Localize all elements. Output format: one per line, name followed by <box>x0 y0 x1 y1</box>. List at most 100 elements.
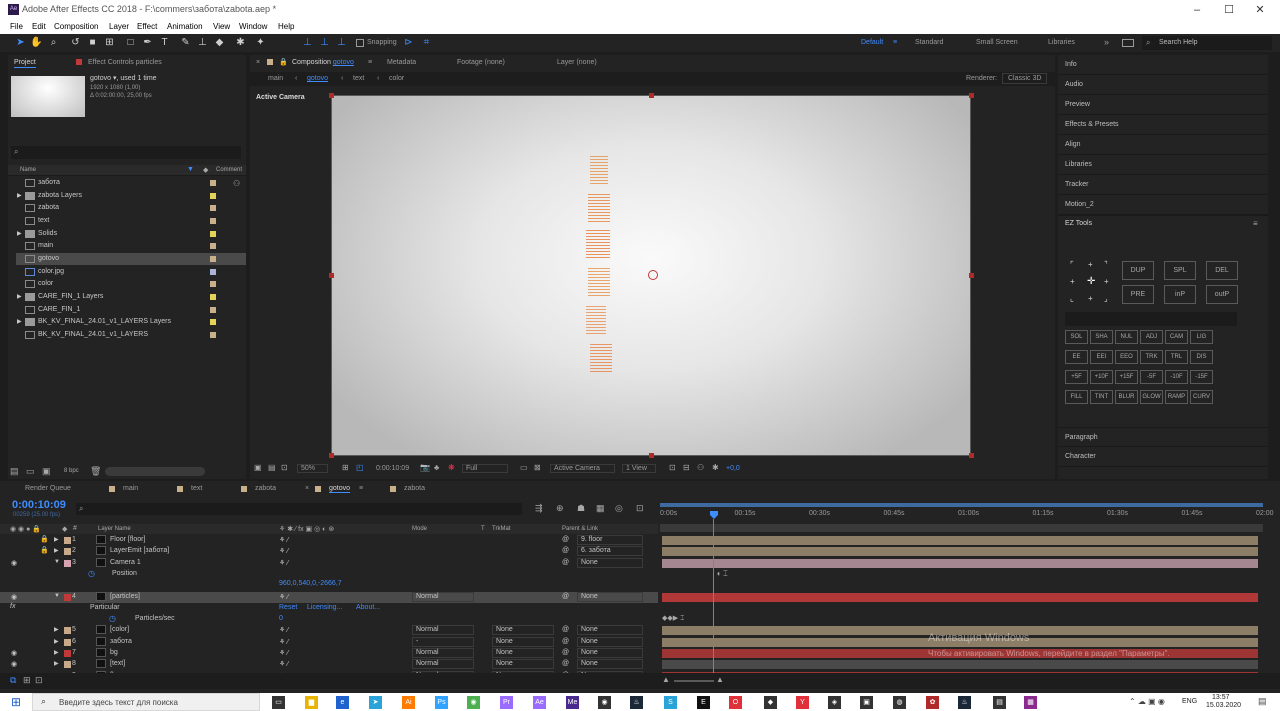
layer-name[interactable]: Camera 1 <box>110 559 141 566</box>
rotate-tool-icon[interactable]: ↺ <box>69 36 82 49</box>
yandex-icon[interactable]: Y <box>796 696 809 709</box>
label-color-swatch[interactable] <box>210 255 216 262</box>
switches[interactable]: ⚘ ⁄ <box>279 536 288 544</box>
sort-down-icon[interactable]: ▼ <box>187 166 194 173</box>
flowchart-icon[interactable]: ⚇ <box>697 463 704 472</box>
label-column-icon[interactable]: ◆ <box>203 166 208 174</box>
windows-start-icon[interactable]: ⊞ <box>11 695 21 709</box>
label-color-swatch[interactable] <box>210 281 216 288</box>
panel-tracker[interactable]: Tracker <box>1058 175 1268 195</box>
menu-animation[interactable]: Animation <box>167 22 203 31</box>
reset-link[interactable]: Reset <box>279 604 297 611</box>
shy-icon[interactable]: ☗ <box>577 503 585 514</box>
ez-dis-button[interactable]: DIS <box>1190 350 1213 364</box>
label-color-swatch[interactable] <box>64 559 71 567</box>
panel-character[interactable]: Character <box>1058 447 1268 467</box>
zoom-slider[interactable] <box>674 680 714 682</box>
clock-date[interactable]: 15.03.2020 <box>1206 702 1241 709</box>
parent-select[interactable]: 9. floor <box>577 535 643 545</box>
expand-icon[interactable]: ▶ <box>17 230 22 237</box>
task-view-icon[interactable]: ▭ <box>272 696 285 709</box>
zoom-out-icon[interactable]: ▲ <box>662 675 670 684</box>
ez-cam-button[interactable]: CAM <box>1165 330 1188 344</box>
breadcrumb-main[interactable]: main <box>268 75 283 82</box>
breadcrumb-color[interactable]: color <box>389 75 404 82</box>
more-workspaces-icon[interactable]: » <box>1104 37 1109 47</box>
layer-row[interactable]: ◉ ▶ 8 [text] ⚘ ⁄ Normal None @ None <box>0 659 658 670</box>
eye-icon[interactable]: ◉ <box>11 559 17 567</box>
selection-tool-icon[interactable]: ➤ <box>14 36 27 49</box>
label-color-swatch[interactable] <box>64 661 71 669</box>
project-item[interactable]: color.jpg <box>16 266 246 278</box>
expand-icon[interactable]: ▶ <box>54 638 59 645</box>
sync-settings-icon[interactable] <box>1122 39 1134 47</box>
motion-blur-icon[interactable]: ◎ <box>615 503 623 514</box>
flowchart-icon[interactable]: ⚇ <box>233 179 240 188</box>
parent-select[interactable]: None <box>577 591 643 602</box>
panel-paragraph[interactable]: Paragraph <box>1058 427 1268 447</box>
layer-duration-bar[interactable] <box>662 660 1258 670</box>
ez-trk-button[interactable]: TRK <box>1140 350 1163 364</box>
expand-icon[interactable]: ▶ <box>54 536 59 543</box>
timeline-timecode[interactable]: 0:00:10:09 <box>12 499 66 511</box>
layer-name[interactable]: bg <box>110 649 118 656</box>
panel-motion-2[interactable]: Motion_2 <box>1058 195 1268 215</box>
label-color-swatch[interactable] <box>210 331 216 338</box>
menu-help[interactable]: Help <box>278 22 294 31</box>
panel-info[interactable]: Info <box>1058 55 1268 75</box>
layer-name[interactable]: LayerEmit [забота] <box>110 547 169 554</box>
workspace-small-screen[interactable]: Small Screen <box>976 39 1018 46</box>
trash-icon[interactable]: 🗑 <box>90 466 101 477</box>
taskbar-search-input[interactable]: ⌕ Введите здесь текст для поиска <box>32 693 260 711</box>
col-name[interactable]: Name <box>20 167 36 173</box>
ez-sol-button[interactable]: SOL <box>1065 330 1088 344</box>
switches[interactable]: ⚘ ⁄ <box>279 638 288 646</box>
ez-eeo-button[interactable]: EEO <box>1115 350 1138 364</box>
ez-ee-button[interactable]: EE <box>1065 350 1088 364</box>
property-row[interactable]: ◷ Particles/sec 0 <box>0 614 658 625</box>
steam-icon[interactable]: ♨ <box>630 696 643 709</box>
ez-nul-button[interactable]: NUL <box>1115 330 1138 344</box>
view-axis-icon[interactable]: ⊥ <box>335 36 348 49</box>
photoshop-icon[interactable]: Ps <box>435 696 448 709</box>
tab-composition[interactable]: Composition gotovo <box>292 59 354 66</box>
region-of-interest-icon[interactable]: ◰ <box>356 463 364 472</box>
bpc-label[interactable]: 8 bpc <box>64 468 79 474</box>
tab-layer[interactable]: Layer (none) <box>557 59 597 66</box>
always-preview-icon[interactable]: ▣ <box>254 463 262 472</box>
close-icon[interactable]: ✕ <box>1252 2 1268 18</box>
layer-duration-bar[interactable] <box>662 536 1258 545</box>
expand-icon[interactable]: ▼ <box>54 593 60 599</box>
mask-visibility-icon[interactable]: ▤ <box>268 463 276 472</box>
label-color-swatch[interactable] <box>64 627 71 635</box>
menu-composition[interactable]: Composition <box>54 22 98 31</box>
menu-layer[interactable]: Layer <box>109 22 129 31</box>
show-snapshot-icon[interactable]: ♣ <box>434 463 439 472</box>
effect-row[interactable]: fx Particular Reset Licensing... About... <box>0 603 658 614</box>
fast-previews-icon[interactable]: ▭ <box>520 463 528 472</box>
handle-l[interactable] <box>329 273 334 278</box>
about-link[interactable]: About... <box>356 604 380 611</box>
layer-row[interactable]: ▶ 6 забота ⚘ ⁄ - None @ None <box>0 636 658 648</box>
ez-adj-button[interactable]: ADJ <box>1140 330 1163 344</box>
expand-icon[interactable]: ▶ <box>54 547 59 554</box>
parent-pickwhip-icon[interactable]: @ <box>562 660 569 667</box>
ez-15f-button[interactable]: -15F <box>1190 370 1213 384</box>
exposure-value[interactable]: +0,0 <box>726 465 740 472</box>
zoom-select[interactable]: 50% <box>297 464 329 473</box>
grid-icon[interactable]: ⊞ <box>342 463 349 472</box>
parent-select[interactable]: None <box>577 659 643 670</box>
pen-tool-icon[interactable]: ✒ <box>141 36 154 49</box>
property-value[interactable]: 0 <box>279 615 283 622</box>
breadcrumb-gotovo[interactable]: gotovo <box>307 75 328 82</box>
close-tab-icon[interactable]: × <box>256 59 260 66</box>
ez-pre-button[interactable]: PRE <box>1122 285 1154 304</box>
timeline-tab-text[interactable]: text <box>191 485 202 492</box>
opera-icon[interactable]: O <box>729 696 742 709</box>
new-comp-icon[interactable]: ▣ <box>42 466 51 477</box>
timeline-tab-gotovo[interactable]: gotovo <box>329 485 351 493</box>
project-item[interactable]: ▶ CARE_FIN_1 Layers <box>16 291 246 303</box>
mode-select[interactable]: Normal <box>412 648 474 658</box>
viewer-timecode[interactable]: 0:00:10:09 <box>376 465 409 472</box>
label-color-swatch[interactable] <box>210 293 216 300</box>
